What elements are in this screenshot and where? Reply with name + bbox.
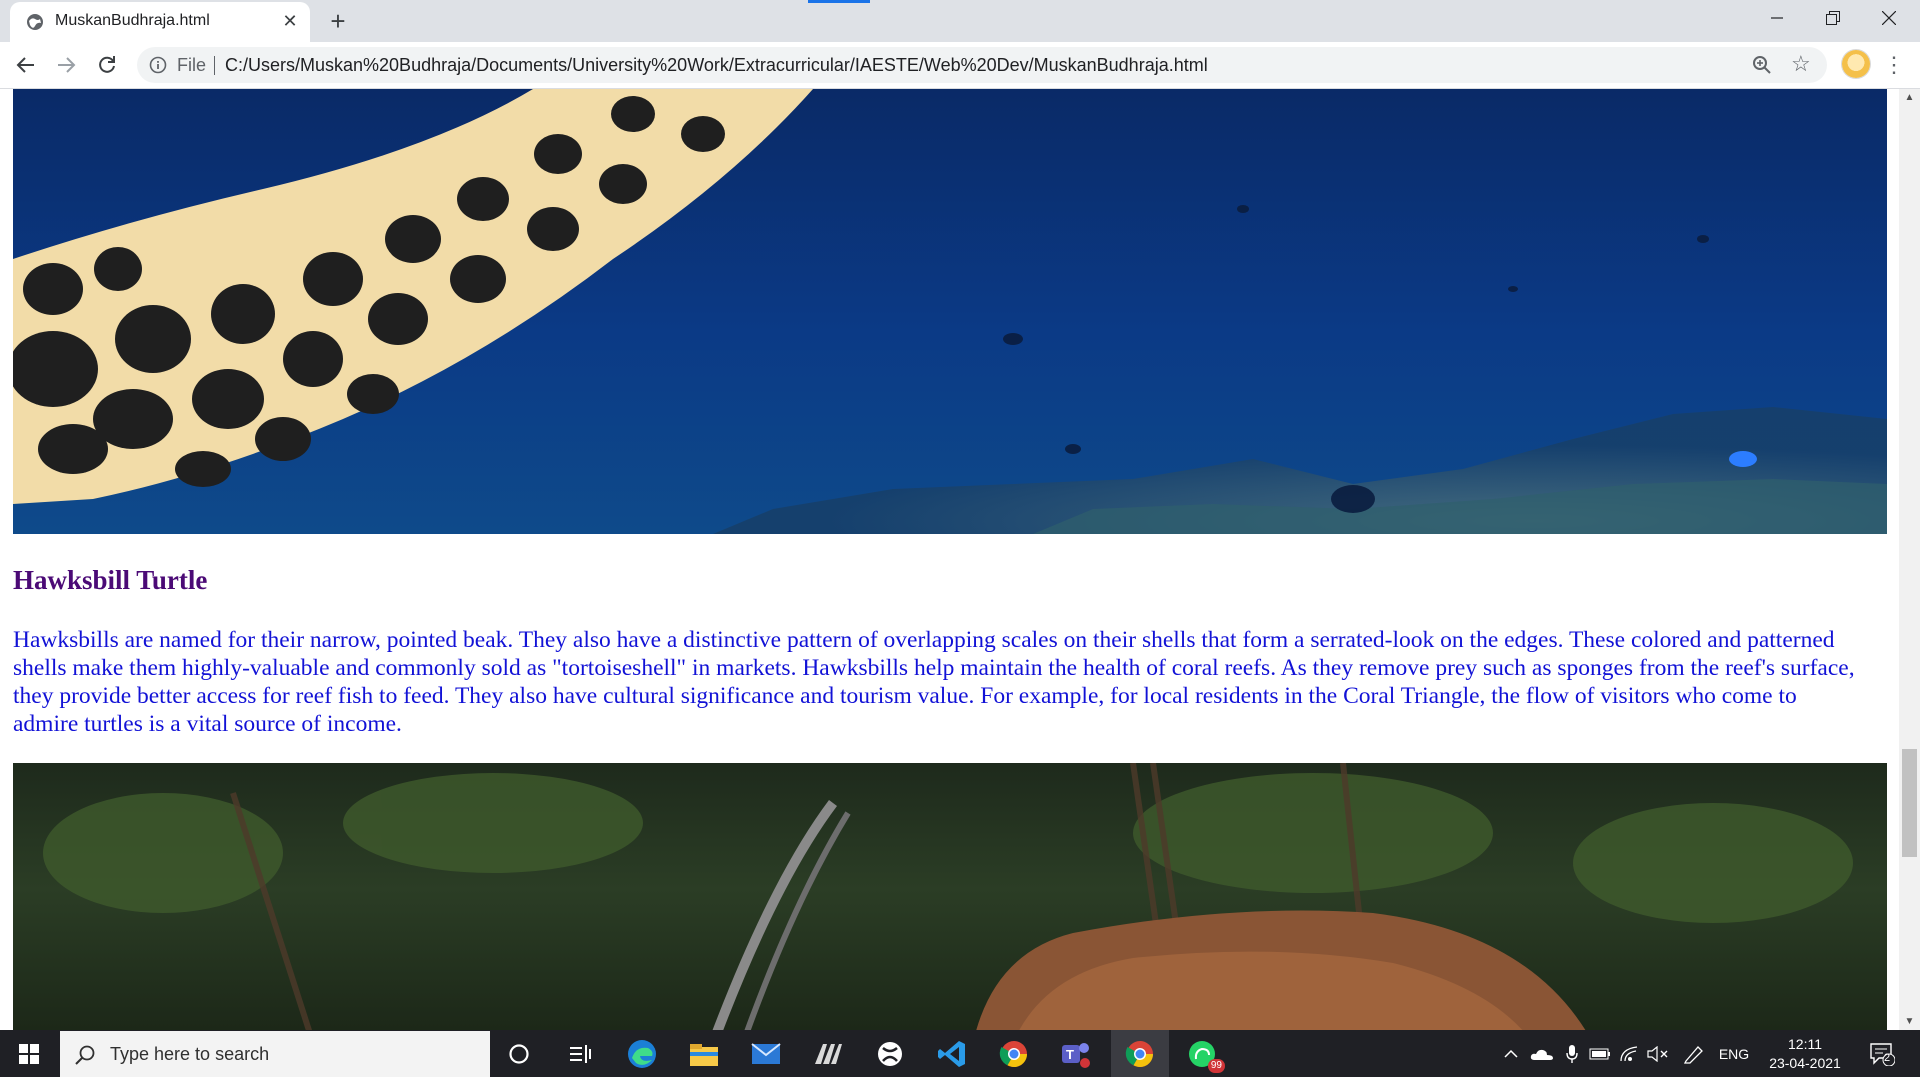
browser-toolbar: File C:/Users/Muskan%20Budhraja/Document… (0, 42, 1920, 89)
scrollbar-thumb[interactable] (1902, 749, 1917, 857)
turtle-photo-illustration (13, 89, 1887, 534)
taskbar-search-box[interactable]: Type here to search (60, 1031, 490, 1077)
xbox-icon[interactable] (873, 1037, 907, 1071)
turtle-image (13, 89, 1887, 534)
start-button[interactable] (0, 1030, 58, 1077)
close-tab-icon[interactable]: ✕ (280, 11, 300, 31)
menu-icon[interactable]: ⋮ (1882, 50, 1906, 80)
volume-muted-icon[interactable] (1645, 1030, 1671, 1077)
chrome-icon[interactable] (997, 1037, 1031, 1071)
close-icon (1882, 11, 1896, 25)
globe-icon (27, 14, 43, 30)
search-placeholder: Type here to search (110, 1044, 270, 1064)
zoom-icon[interactable] (1752, 55, 1772, 75)
task-view-icon[interactable] (563, 1037, 597, 1071)
restore-button[interactable] (1806, 0, 1860, 36)
windows-taskbar: Type here to search T 99 ENG 12:11 23-04… (0, 1030, 1920, 1077)
arrow-left-icon (16, 57, 34, 73)
page-viewport: Hawksbill Turtle Hawksbills are named fo… (0, 89, 1899, 1030)
arrow-right-icon (58, 57, 76, 73)
scroll-up-arrow-icon[interactable]: ▲ (1899, 89, 1920, 106)
file-explorer-icon[interactable] (687, 1037, 721, 1071)
omnibox-separator (214, 56, 215, 75)
mail-icon[interactable] (749, 1037, 783, 1071)
new-tab-button[interactable]: + (324, 7, 352, 35)
wifi-icon[interactable] (1618, 1030, 1640, 1077)
browser-tab-active[interactable]: MuskanBudhraja.html ✕ (10, 2, 310, 42)
oryx-image (13, 763, 1887, 1030)
pen-icon[interactable] (1680, 1030, 1708, 1077)
section-heading: Hawksbill Turtle (13, 565, 208, 595)
search-icon (75, 1045, 95, 1065)
battery-icon[interactable] (1588, 1030, 1612, 1077)
bookmark-star-icon[interactable]: ☆ (1791, 53, 1813, 75)
reload-icon (99, 56, 115, 73)
profile-avatar[interactable] (1842, 50, 1870, 78)
clock-time: 12:11 (1788, 1036, 1822, 1052)
language-indicator[interactable]: ENG (1714, 1030, 1754, 1077)
clock-date: 23-04-2021 (1769, 1055, 1841, 1071)
file-scheme-label: File (177, 55, 207, 75)
tab-title: MuskanBudhraja.html (55, 12, 210, 29)
restore-icon (1826, 11, 1840, 25)
whatsapp-badge: 99 (1207, 1059, 1225, 1073)
forward-button[interactable] (52, 51, 80, 79)
svg-text:T: T (1066, 1047, 1074, 1062)
info-icon[interactable] (149, 56, 167, 74)
taskbar-clock[interactable]: 12:11 23-04-2021 (1760, 1035, 1850, 1073)
scroll-down-arrow-icon[interactable]: ▼ (1899, 1013, 1920, 1030)
address-bar[interactable]: File C:/Users/Muskan%20Budhraja/Document… (137, 47, 1827, 83)
notification-center-icon[interactable]: 2 (1862, 1030, 1902, 1077)
vscode-icon[interactable] (935, 1037, 969, 1071)
back-button[interactable] (12, 51, 40, 79)
minimize-button[interactable] (1750, 0, 1804, 36)
minimize-icon (1771, 17, 1783, 19)
loading-indicator (808, 0, 870, 3)
close-window-button[interactable] (1862, 0, 1916, 36)
section-paragraph: Hawksbills are named for their narrow, p… (13, 627, 1855, 737)
url-text[interactable]: C:/Users/Muskan%20Budhraja/Documents/Uni… (225, 55, 1208, 76)
onedrive-cloud-icon[interactable] (1528, 1030, 1556, 1077)
teams-icon[interactable]: T (1059, 1037, 1093, 1071)
reload-button[interactable] (93, 51, 121, 79)
whatsapp-icon[interactable]: 99 (1185, 1037, 1225, 1073)
tray-chevron-up-icon[interactable] (1500, 1030, 1522, 1077)
chrome-active-icon[interactable] (1111, 1030, 1169, 1077)
microphone-icon[interactable] (1562, 1030, 1582, 1077)
edge-browser-icon[interactable] (625, 1037, 659, 1071)
tab-strip: MuskanBudhraja.html ✕ + (0, 0, 1920, 42)
oryx-photo-illustration (43, 763, 1853, 1030)
notification-count: 2 (1883, 1052, 1891, 1064)
app-icon-m[interactable] (811, 1037, 845, 1071)
cortana-icon[interactable] (502, 1037, 536, 1071)
page-scrollbar[interactable]: ▲ ▼ (1899, 89, 1920, 1030)
windows-logo-icon (19, 1043, 39, 1064)
